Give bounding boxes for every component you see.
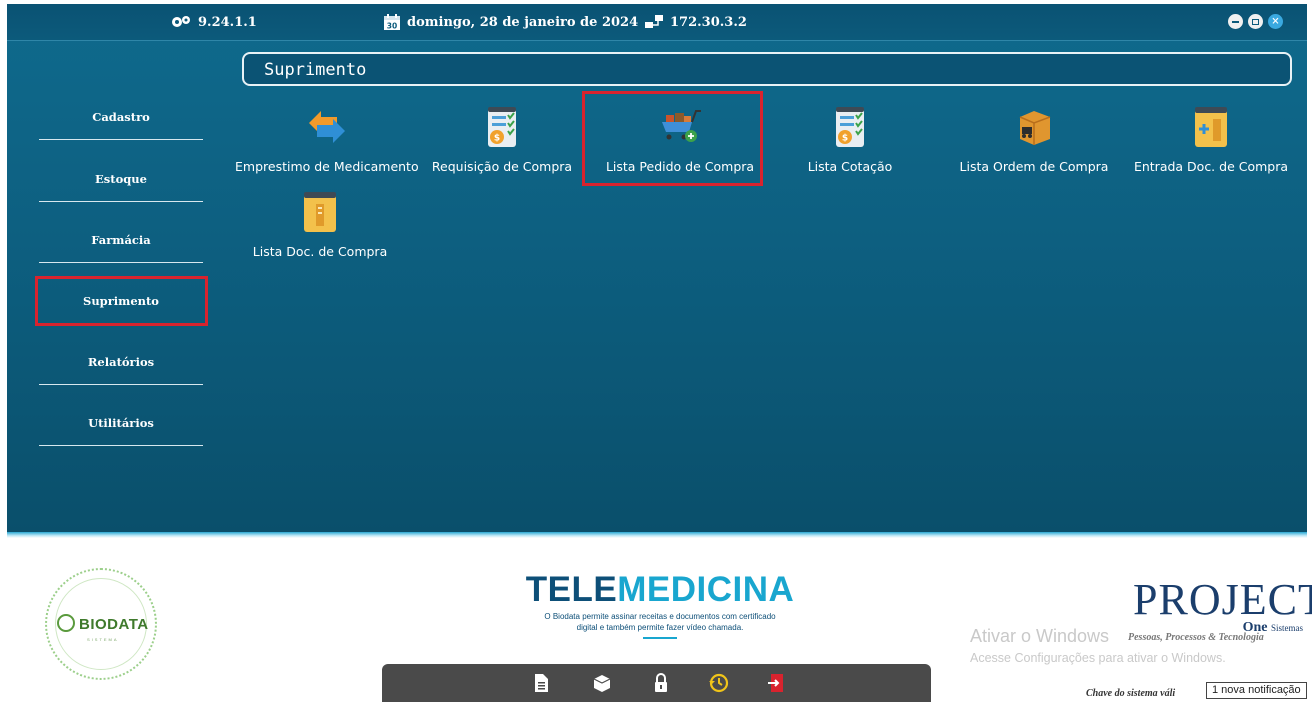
module-title-bar: Suprimento	[242, 52, 1292, 86]
telemedicina-title-a: TELE	[525, 570, 618, 609]
sidebar-underline	[39, 262, 203, 263]
tile-highlight-box	[582, 91, 763, 186]
project-tagline: Pessoas, Processos & Tecnologia	[1128, 632, 1264, 643]
footer-glow	[7, 532, 1307, 538]
telemedicina-desc-1: O Biodata permite assinar receitas e doc…	[544, 612, 776, 621]
document-list-icon	[304, 192, 336, 232]
exchange-arrows-icon	[308, 111, 345, 143]
windows-activation-title: Ativar o Windows	[970, 626, 1110, 646]
version-text: 9.24.1.1	[198, 14, 257, 30]
telemedicina-title: TELEMEDICINA	[520, 571, 800, 609]
tile-lista-cotacao[interactable]: $ Lista Cotação	[793, 105, 907, 177]
sidebar-item-relatorios[interactable]: Relatórios	[39, 355, 203, 385]
sidebar-item-farmacia[interactable]: Farmácia	[39, 233, 203, 263]
biodata-sub: SISTEMA	[87, 637, 119, 642]
module-title: Suprimento	[264, 60, 367, 80]
svg-text:$: $	[842, 134, 848, 144]
tile-lista-ordem-compra[interactable]: Lista Ordem de Compra	[951, 105, 1117, 177]
box-icon[interactable]	[591, 672, 613, 694]
sidebar-item-label: Farmácia	[91, 233, 151, 247]
telemedicina-title-b: MEDICINA	[617, 570, 795, 609]
sidebar-underline	[39, 139, 203, 140]
svg-text:$: $	[494, 134, 500, 144]
telemedicina-rule	[643, 637, 677, 639]
gears-icon	[172, 16, 190, 27]
ip-indicator: 172.30.3.2	[644, 14, 747, 30]
telemedicina-desc-2: digital e também permite fazer vídeo cha…	[576, 623, 744, 632]
tile-label: Lista Doc. de Compra	[252, 244, 388, 259]
sidebar-underline	[39, 201, 203, 202]
tile-label: Requisição de Compra	[431, 159, 573, 174]
sidebar-item-label: Cadastro	[92, 110, 150, 124]
exit-icon[interactable]	[766, 672, 788, 694]
checklist-coin-icon: $	[488, 107, 516, 147]
version-indicator: 9.24.1.1	[170, 14, 257, 30]
tile-label: Entrada Doc. de Compra	[1133, 159, 1289, 174]
history-icon[interactable]	[708, 672, 730, 694]
tile-requisicao-compra[interactable]: $ Requisição de Compra	[427, 105, 577, 177]
document-icon[interactable]	[530, 672, 552, 694]
date-indicator: 30 domingo, 28 de janeiro de 2024	[383, 14, 638, 31]
sidebar-item-estoque[interactable]: Estoque	[39, 172, 203, 202]
project-one-logo: PROJECT One Sistemas	[1133, 575, 1312, 636]
restore-button[interactable]	[1248, 14, 1263, 29]
bottom-dock	[382, 664, 931, 702]
calendar-icon: 30	[384, 14, 400, 31]
sidebar-underline	[39, 445, 203, 446]
sidebar-underline	[39, 384, 203, 385]
telemedicina-banner: TELEMEDICINA O Biodata permite assinar r…	[520, 571, 800, 639]
sidebar-item-label: Estoque	[95, 172, 147, 186]
biodata-logo: BIODATA SISTEMA	[45, 568, 157, 680]
tile-entrada-doc-compra[interactable]: Entrada Doc. de Compra	[1127, 105, 1295, 177]
delivery-box-icon	[1019, 111, 1051, 145]
app-window: 9.24.1.1 30 domingo, 28 de janeiro de 20…	[7, 4, 1307, 532]
tile-label: Lista Cotação	[807, 159, 893, 174]
tile-label: Lista Ordem de Compra	[959, 159, 1109, 174]
close-button[interactable]: ×	[1268, 14, 1283, 29]
checklist-coin-icon: $	[836, 107, 864, 147]
project-logo-text: PROJECT	[1133, 575, 1312, 624]
lock-icon[interactable]	[650, 672, 672, 694]
tile-label: Emprestimo de Medicamento	[235, 159, 419, 174]
date-text: domingo, 28 de janeiro de 2024	[407, 15, 639, 30]
sidebar-highlight-box	[35, 276, 208, 326]
sidebar-item-utilitarios[interactable]: Utilitários	[39, 416, 203, 446]
sidebar-item-label: Utilitários	[88, 416, 154, 430]
minimize-button[interactable]	[1228, 14, 1243, 29]
windows-activation-desc: Acesse Configurações para ativar o Windo…	[970, 651, 1226, 665]
notification-badge[interactable]: 1 nova notificação	[1206, 682, 1307, 699]
ip-text: 172.30.3.2	[670, 14, 747, 30]
tile-emprestimo-medicamento[interactable]: Emprestimo de Medicamento	[235, 105, 419, 177]
network-icon	[645, 15, 663, 28]
document-add-icon	[1195, 107, 1227, 147]
sidebar-item-cadastro[interactable]: Cadastro	[39, 110, 203, 140]
minimize-icon	[1232, 20, 1239, 23]
sidebar-item-label: Relatórios	[87, 355, 155, 369]
calendar-day-text: 30	[387, 22, 397, 31]
top-bar: 9.24.1.1 30 domingo, 28 de janeiro de 20…	[7, 4, 1307, 41]
biodata-name: BIODATA	[79, 616, 149, 633]
close-icon: ×	[1271, 15, 1280, 27]
restore-icon	[1252, 18, 1259, 25]
tile-lista-doc-compra[interactable]: Lista Doc. de Compra	[245, 190, 395, 262]
system-key-status: Chave do sistema váli	[1086, 688, 1176, 699]
